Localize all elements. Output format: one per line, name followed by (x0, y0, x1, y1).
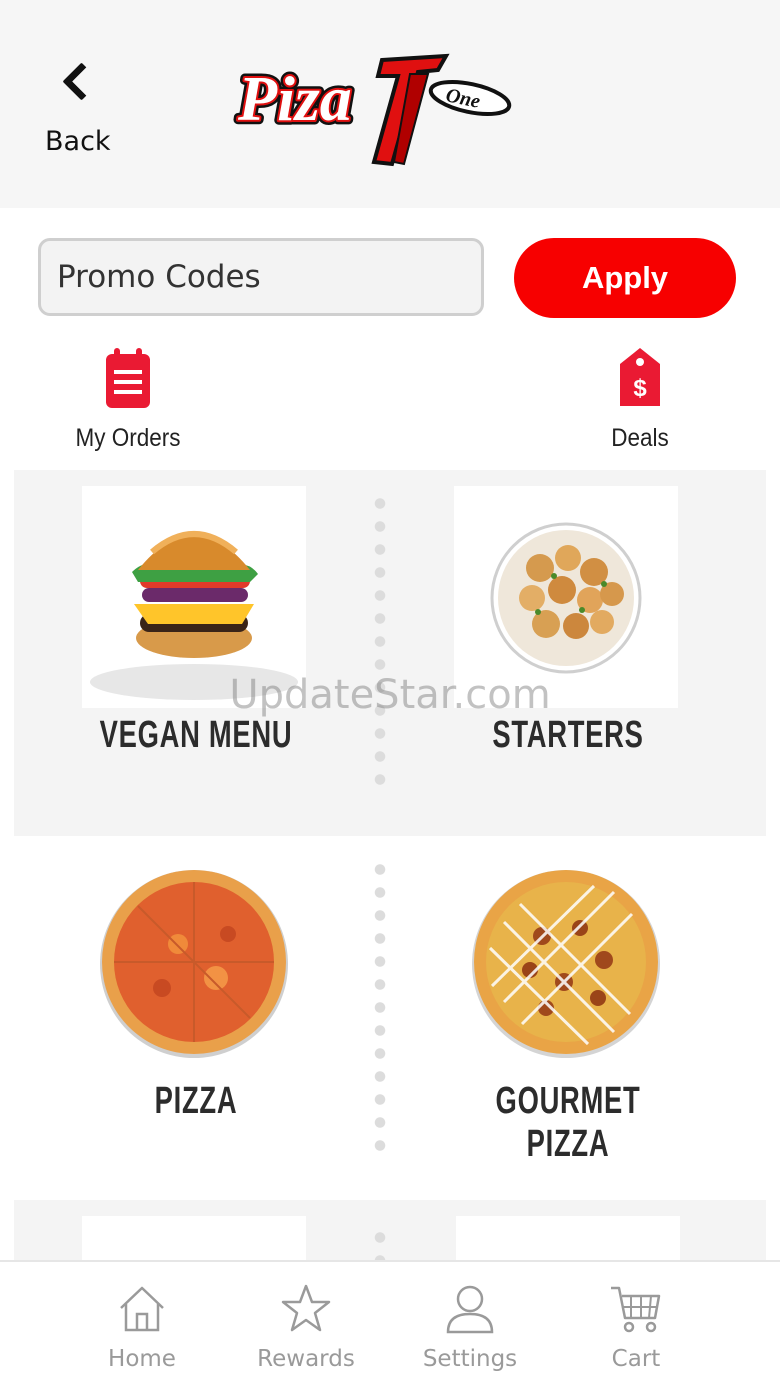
cart-icon (611, 1286, 661, 1333)
category-starters[interactable]: STARTERS (418, 486, 718, 806)
category-image-burger (82, 486, 306, 708)
svg-text:Piza: Piza (237, 63, 352, 134)
clipboard-icon (106, 348, 150, 408)
user-icon (446, 1285, 494, 1334)
my-orders-button[interactable]: My Orders (48, 340, 208, 460)
tab-rewards[interactable]: Rewards (236, 1280, 376, 1380)
category-row: VEGAN MENU STARTERS (14, 470, 766, 836)
tab-settings-label: Settings (422, 1346, 518, 1372)
svg-text:$: $ (633, 375, 647, 402)
dotted-divider (374, 858, 386, 1158)
price-tag-icon: $ (620, 348, 660, 406)
my-orders-label: My Orders (75, 424, 181, 452)
category-row: PIZZA GOURMET PIZZA (14, 836, 766, 1202)
category-image-cheese-pizza (82, 852, 306, 1074)
deals-label: Deals (611, 424, 669, 452)
back-label: Back (45, 126, 111, 157)
deals-button[interactable]: $ Deals (560, 340, 720, 460)
category-gourmet-pizza[interactable]: GOURMET PIZZA (418, 852, 718, 1172)
star-icon (281, 1284, 331, 1332)
category-vegan-menu[interactable]: VEGAN MENU (46, 486, 346, 806)
apply-button[interactable]: Apply (514, 238, 736, 318)
category-image-garlic-knots (454, 486, 678, 708)
tab-home[interactable]: Home (72, 1280, 212, 1380)
category-image-gourmet-pizza (454, 852, 678, 1074)
category-label: GOURMET PIZZA (495, 1080, 641, 1165)
tab-cart-label: Cart (611, 1346, 661, 1372)
apply-label: Apply (581, 260, 669, 295)
header-bar: Back Piza Piza Piza One (0, 0, 780, 208)
tab-cart[interactable]: Cart (566, 1280, 706, 1380)
bottom-tab-bar: Home Rewards Settings Cart (0, 1260, 780, 1389)
home-icon (120, 1286, 164, 1332)
tab-settings[interactable]: Settings (400, 1280, 540, 1380)
promo-code-input[interactable] (38, 238, 484, 316)
tab-rewards-label: Rewards (257, 1346, 355, 1372)
tab-home-label: Home (108, 1346, 176, 1372)
category-label: PIZZA (154, 1080, 238, 1122)
category-label: VEGAN MENU (99, 714, 293, 756)
chevron-left-icon (62, 62, 101, 101)
dotted-divider (374, 492, 386, 792)
brand-logo: Piza Piza Piza One (232, 46, 517, 170)
category-pizza[interactable]: PIZZA (46, 852, 346, 1172)
back-button[interactable]: Back (34, 56, 124, 166)
category-label: STARTERS (492, 714, 644, 756)
